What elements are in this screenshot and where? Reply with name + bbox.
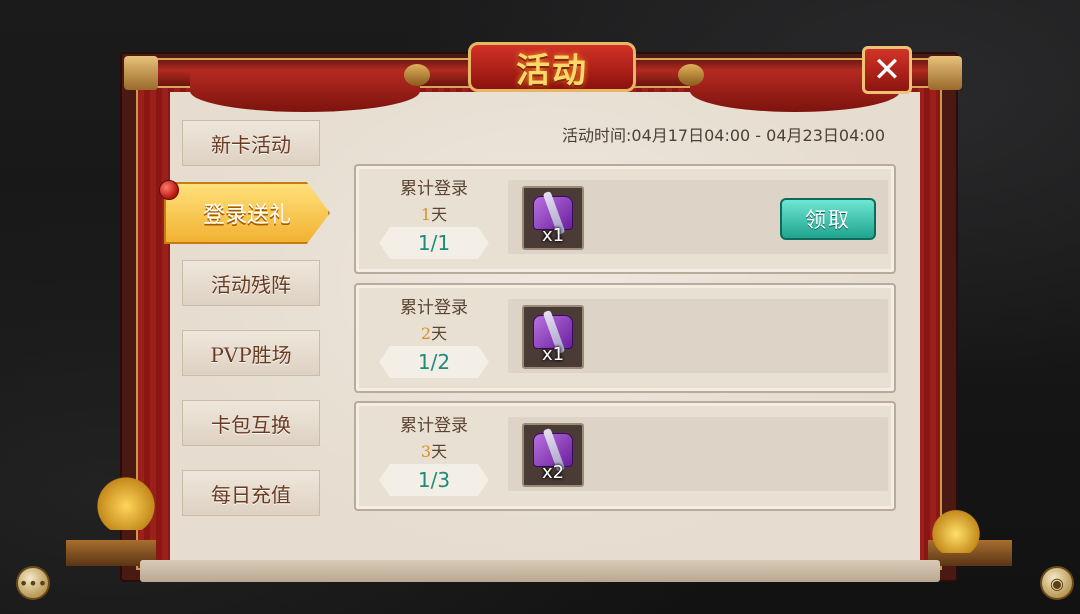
close-icon: ✕ — [872, 50, 902, 90]
day-count: 3天 — [370, 438, 498, 462]
notification-dot-icon — [159, 180, 179, 200]
tab-pvp-wins[interactable]: PVP胜场 — [182, 330, 320, 376]
tab-daily-recharge[interactable]: 每日充值 — [182, 470, 320, 516]
item-quantity: x1 — [541, 225, 565, 246]
tab-event-formation[interactable]: 活动残阵 — [182, 260, 320, 306]
day-number: 3 — [420, 442, 432, 461]
gold-treasure-left-icon — [96, 470, 156, 530]
chat-icon: ••• — [18, 573, 48, 593]
gold-treasure-right-icon — [930, 505, 982, 553]
reward-item[interactable]: x2 — [522, 423, 584, 487]
curtain-left — [190, 70, 420, 112]
rod-cap-left — [124, 56, 158, 90]
item-quantity: x2 — [541, 462, 565, 483]
reward-condition: 累计登录 3天 1/3 — [370, 411, 498, 496]
tab-login-gift[interactable]: 登录送礼 — [164, 182, 330, 244]
condition-label: 累计登录 — [400, 416, 468, 436]
progress-value: 1/2 — [379, 346, 489, 378]
tab-label: 新卡活动 — [211, 132, 291, 157]
reward-item[interactable]: x1 — [522, 186, 584, 250]
condition-label: 累计登录 — [400, 179, 468, 199]
title-tassel-left — [404, 64, 430, 86]
day-unit: 天 — [431, 324, 448, 343]
day-unit: 天 — [431, 442, 448, 461]
tab-label: 每日充值 — [211, 482, 291, 507]
page-title: 活动 — [516, 50, 588, 91]
reward-condition: 累计登录 2天 1/2 — [370, 293, 498, 378]
day-unit: 天 — [431, 205, 448, 224]
condition-label: 累计登录 — [400, 298, 468, 318]
tab-label: 卡包互换 — [211, 412, 291, 437]
event-time: 活动时间:04月17日04:00 - 04月23日04:00 — [562, 126, 885, 145]
friends-icon: ◉ — [1050, 573, 1064, 593]
scroll-bottom-rod — [140, 560, 940, 582]
chat-button[interactable]: ••• — [16, 566, 50, 600]
day-number: 1 — [420, 205, 432, 224]
reward-condition: 累计登录 1天 1/1 — [370, 174, 498, 259]
rod-cap-right — [928, 56, 962, 90]
tab-label: PVP胜场 — [210, 342, 292, 367]
day-count: 2天 — [370, 320, 498, 344]
reward-row: 累计登录 1天 1/1 x1 领取 — [354, 164, 896, 274]
day-count: 1天 — [370, 201, 498, 225]
tab-label: 活动残阵 — [211, 272, 291, 297]
item-quantity: x1 — [541, 344, 565, 365]
title-plate: 活动 — [468, 42, 636, 92]
progress-value: 1/3 — [379, 464, 489, 496]
friends-button[interactable]: ◉ — [1040, 566, 1074, 600]
tab-new-card[interactable]: 新卡活动 — [182, 120, 320, 166]
claim-button[interactable]: 领取 — [780, 198, 876, 240]
close-button[interactable]: ✕ — [862, 46, 912, 94]
reward-row: 累计登录 3天 1/3 x2 — [354, 401, 896, 511]
tab-label: 登录送礼 — [202, 203, 291, 228]
reward-item[interactable]: x1 — [522, 305, 584, 369]
tab-card-pack-exchange[interactable]: 卡包互换 — [182, 400, 320, 446]
title-tassel-right — [678, 64, 704, 86]
progress-value: 1/1 — [379, 227, 489, 259]
reward-row: 累计登录 2天 1/2 x1 — [354, 283, 896, 393]
day-number: 2 — [420, 324, 432, 343]
